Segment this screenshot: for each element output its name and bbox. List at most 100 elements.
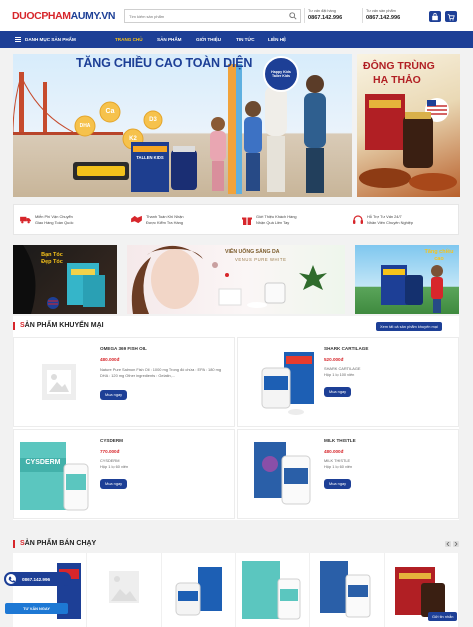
product-image-cysderm-small xyxy=(241,561,301,620)
cart-button[interactable] xyxy=(445,11,457,22)
floating-hotline-number: 0867.142.996 xyxy=(22,576,51,582)
service-features: Miễn Phí Vận Chuyển Giao Hàng Toàn Quốc T… xyxy=(13,204,459,235)
phone-icon xyxy=(8,576,15,582)
hamburger-icon xyxy=(15,37,21,42)
bestseller-item[interactable] xyxy=(236,553,311,627)
product-price: 480.000đ xyxy=(324,449,344,454)
product-name[interactable]: OMEGA 369 FISH OIL xyxy=(100,346,147,351)
bestseller-carousel xyxy=(13,553,459,627)
banner-hair[interactable]: Bạn Tóc Đẹp Tóc xyxy=(13,245,117,314)
consult-now-button[interactable]: TƯ VẤN NGAY xyxy=(5,603,68,614)
product-desc: Nature Pure Salmon Fish Oil : 1000 mg Tr… xyxy=(100,367,222,378)
feature-cod: Thanh Toán Khi Nhận Được Kiểm Tra Hàng xyxy=(125,205,236,234)
site-logo[interactable]: DUOCPHAMAUMY.VN xyxy=(12,10,116,22)
bestseller-item[interactable] xyxy=(87,553,162,627)
nav-about[interactable]: GIỚI THIỆU xyxy=(196,31,221,48)
hero-illustration xyxy=(13,64,326,194)
search-box xyxy=(124,9,301,23)
nav-news[interactable]: TIN TỨC xyxy=(236,31,255,48)
product-image-milk-thistle-small xyxy=(320,561,371,618)
product-name[interactable]: SHARK CARTILAGE xyxy=(324,346,368,351)
image-placeholder-icon xyxy=(109,571,140,603)
product-card-omega[interactable]: OMEGA 369 FISH OIL 480.000đ Nature Pure … xyxy=(13,337,235,427)
buy-now-button[interactable]: Mua ngay xyxy=(100,479,128,489)
search-input[interactable] xyxy=(125,10,275,22)
cordyceps-headline-2: HẠ THẢO xyxy=(373,74,421,86)
view-all-promo-link[interactable]: Xem tất cả sản phẩm khuyến mại xyxy=(376,322,442,331)
hotline-order-number: 0867.142.996 xyxy=(308,15,343,21)
banner-venus-pure-white[interactable]: VIÊN UỐNG SÁNG DA VENUS PURE WHITE xyxy=(127,245,345,314)
product-image-cysderm xyxy=(20,442,89,511)
bubble-ca: Ca xyxy=(105,108,115,115)
hotline-product[interactable]: Tư vấn sản phẩm 0867.142.996 xyxy=(366,9,400,21)
product-card-milk-thistle[interactable]: MILK THISTLE 480.000đ MILK THISTLE Hộp 1… xyxy=(237,429,459,519)
search-icon[interactable] xyxy=(289,12,297,20)
bestseller-item[interactable] xyxy=(162,553,236,627)
main-nav: DANH MỤC SẢN PHẨM TRANG CHỦ SẢN PHẨM GIỚ… xyxy=(0,31,473,48)
buy-now-button[interactable]: Mua ngay xyxy=(324,479,352,489)
hotline-product-number: 0867.142.996 xyxy=(366,15,401,21)
floating-hotline-button[interactable]: 0867.142.996 xyxy=(4,572,71,586)
cart-icon xyxy=(447,13,455,21)
bubble-dha: DHA xyxy=(79,123,91,129)
chat-message-button[interactable]: Gửi tin nhắn xyxy=(428,612,458,621)
hotline-order[interactable]: Tư vấn đặt hàng 0867.142.996 xyxy=(308,9,342,21)
hero-banner-cordyceps[interactable]: ĐÔNG TRÙNG HẠ THẢO xyxy=(357,54,460,197)
headset-icon xyxy=(353,214,363,224)
feature-free-shipping: Miễn Phí Vận Chuyển Giao Hàng Toàn Quốc xyxy=(14,205,125,234)
categories-menu-button[interactable]: DANH MỤC SẢN PHẨM xyxy=(15,31,110,48)
product-image-omega-bottle xyxy=(57,563,81,619)
hero-banner-tallen-kids[interactable]: TĂNG CHIỀU CAO TOÀN DIỆN DHA Ca K2 D3 TA… xyxy=(13,54,352,197)
venus-headline: VIÊN UỐNG SÁNG DA xyxy=(225,249,280,255)
product-price: 520.000đ xyxy=(324,357,344,362)
banner-kids-height[interactable]: Tăng chiều cao xyxy=(355,245,459,314)
handshake-icon xyxy=(131,215,142,224)
nav-contact[interactable]: LIÊN HỆ xyxy=(268,31,286,48)
buy-now-button[interactable]: Mua ngay xyxy=(324,387,352,397)
account-button[interactable] xyxy=(429,11,441,22)
bag-icon xyxy=(432,12,438,20)
bestseller-item[interactable] xyxy=(13,553,88,627)
header-divider xyxy=(362,8,363,23)
site-header: DUOCPHAMAUMY.VN Tư vấn đặt hàng 0867.142… xyxy=(0,0,473,31)
truck-icon xyxy=(20,216,31,224)
chevron-right-icon xyxy=(454,542,458,546)
cordyceps-headline-1: ĐÔNG TRÙNG xyxy=(363,60,435,72)
bestseller-item[interactable] xyxy=(310,553,385,627)
hair-banner-label: Bạn Tóc Đẹp Tóc xyxy=(41,252,63,265)
bestseller-section-title: SẢN PHẨM BÁN CHẠY xyxy=(13,540,96,548)
product-card-shark[interactable]: SHARK CARTILAGE 520.000đ SHARK CARTILAGE… xyxy=(237,337,459,427)
product-price: 480.000đ xyxy=(100,357,120,362)
hero-product-label: TALLEN KIDS xyxy=(136,155,164,160)
hero-headline: TĂNG CHIỀU CAO TOÀN DIỆN xyxy=(76,56,253,70)
product-desc: CYSDERM Hộp 1 lọ 60 viên xyxy=(100,458,129,469)
nav-home[interactable]: TRANG CHỦ xyxy=(115,31,143,48)
gift-icon xyxy=(242,217,252,225)
product-image-shark-small xyxy=(175,567,222,616)
happy-kids-badge: Happy Kids Taller Kids xyxy=(263,56,299,92)
image-placeholder-icon xyxy=(47,370,71,394)
product-name[interactable]: MILK THISTLE xyxy=(324,438,356,443)
carousel-next-button[interactable] xyxy=(453,541,459,547)
feature-referral: Giới Thiệu Khách Hàng Nhận Quà Liền Tay xyxy=(236,205,347,234)
product-desc: SHARK CARTILAGE Hộp 1 lọ 100 viên xyxy=(324,366,361,377)
carousel-prev-button[interactable] xyxy=(445,541,451,547)
venus-subline: VENUS PURE WHITE xyxy=(235,257,287,262)
header-divider xyxy=(304,8,305,23)
bubble-d3: D3 xyxy=(149,117,157,123)
product-image-placeholder xyxy=(42,364,76,400)
product-price: 770.000đ xyxy=(100,449,120,454)
chevron-left-icon xyxy=(446,542,450,546)
venus-illustration xyxy=(131,245,327,314)
feature-support: Hỗ Trợ Tư Vấn 24/7 Nhân Viên Chuyên Nghiệ… xyxy=(347,205,458,234)
bubble-k2: K2 xyxy=(129,136,137,142)
nav-products[interactable]: SẢN PHẨM xyxy=(157,31,182,48)
product-name[interactable]: CYSDERM xyxy=(100,438,123,443)
kids-banner-label: Tăng chiều cao xyxy=(424,249,454,262)
cysderm-box-label: CYSDERM xyxy=(25,459,61,466)
promo-section-title: SẢN PHẨM KHUYẾN MẠI xyxy=(13,322,104,330)
product-desc: MILK THISTLE Hộp 1 lọ 60 viên xyxy=(324,458,353,469)
product-image-shark xyxy=(261,352,314,415)
buy-now-button[interactable]: Mua ngay xyxy=(100,390,128,400)
product-card-cysderm[interactable]: CYSDERM CYSDERM 770.000đ CYSDERM Hộp 1 l… xyxy=(13,429,235,519)
